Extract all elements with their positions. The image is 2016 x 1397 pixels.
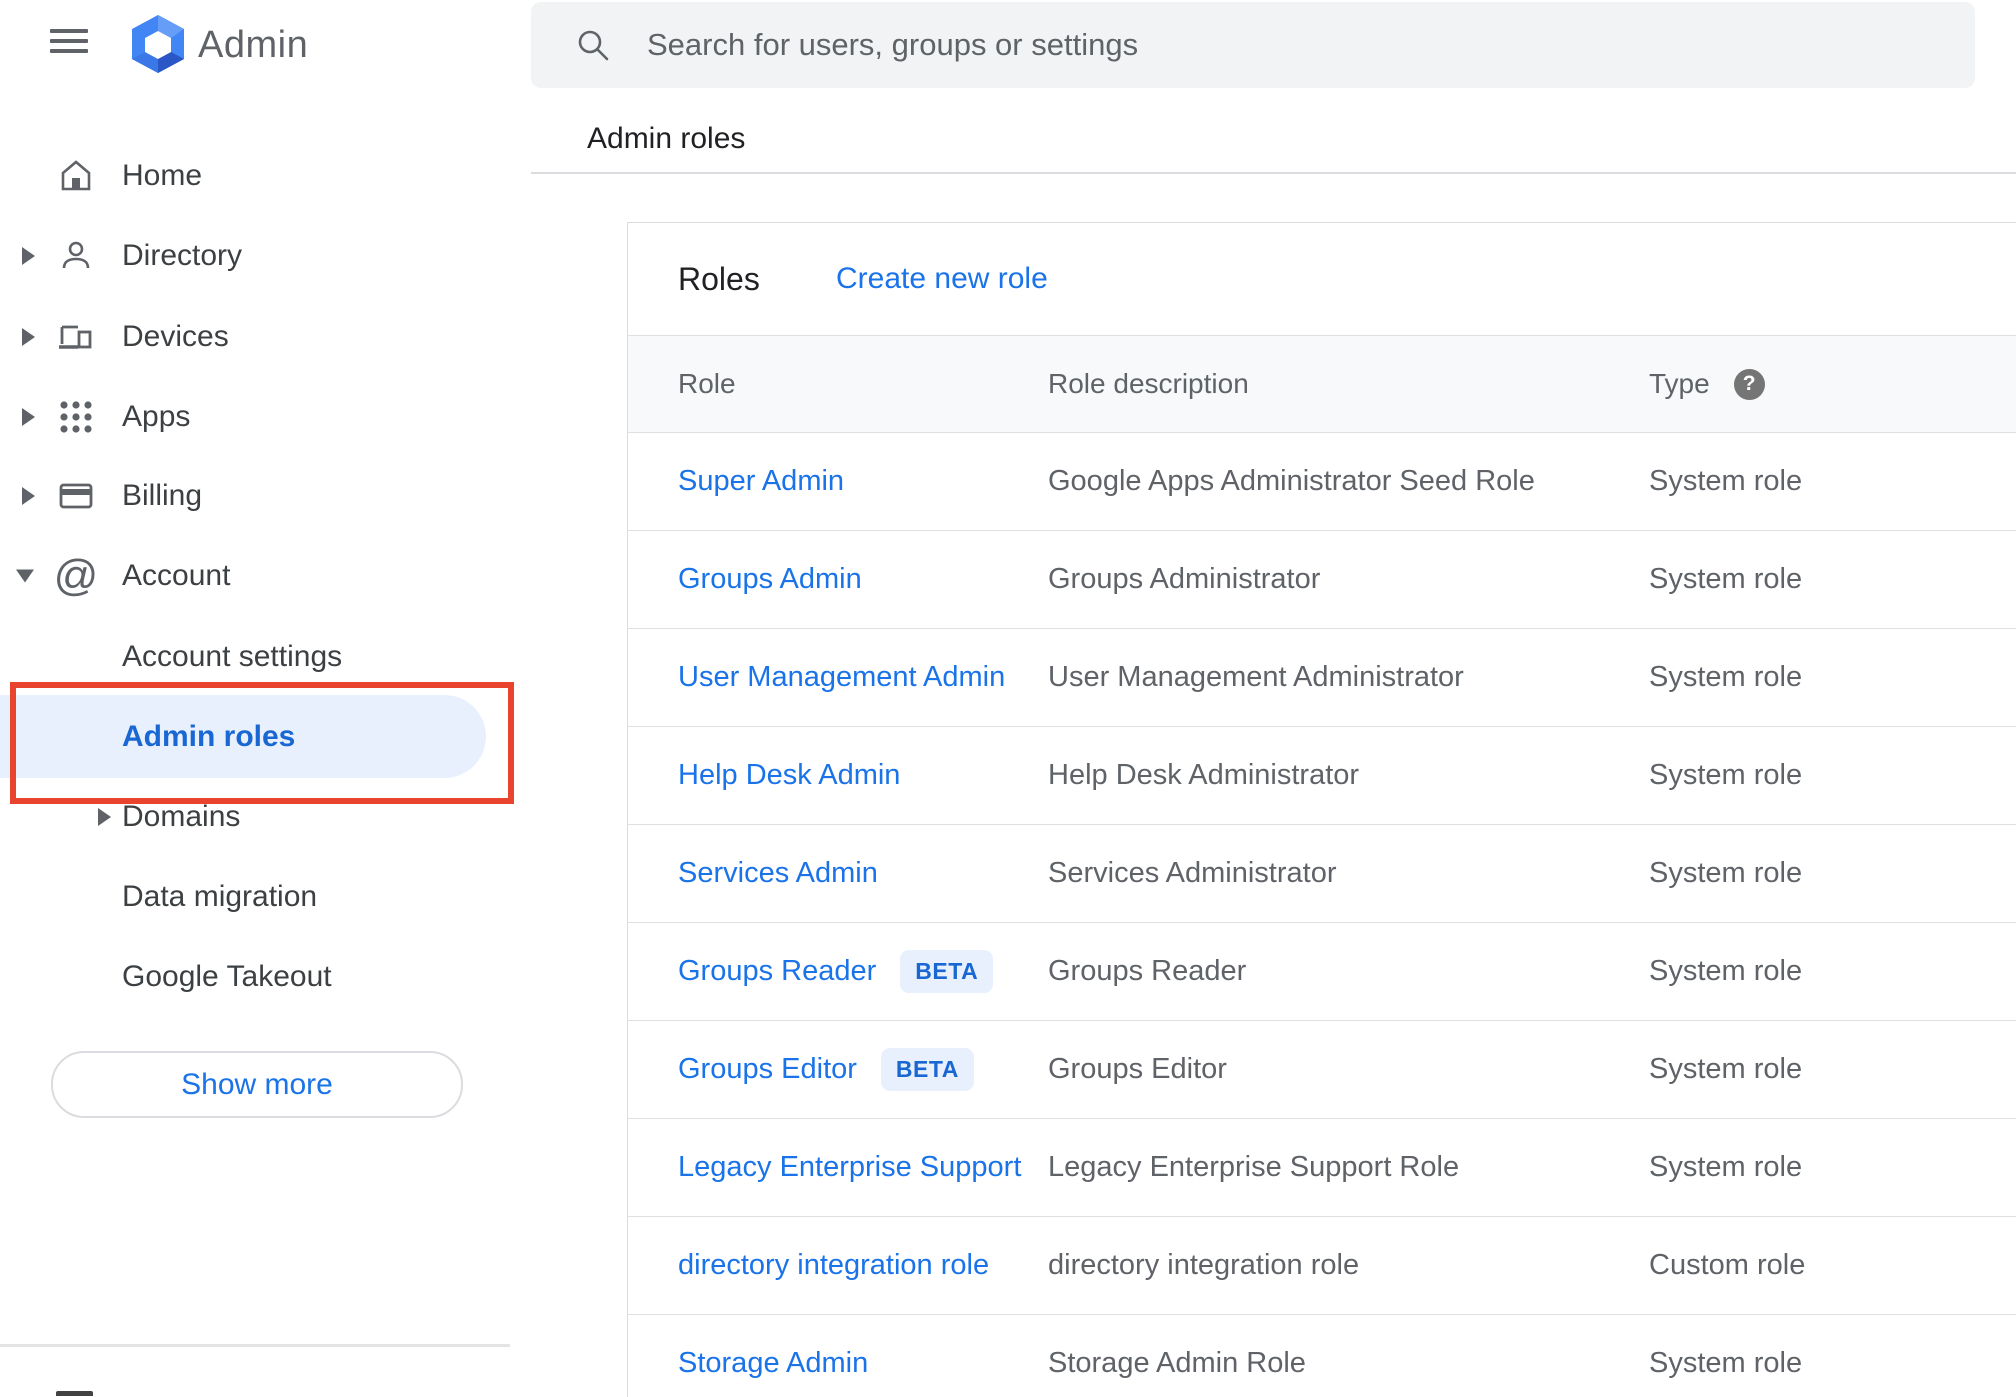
role-description: Groups Reader <box>1048 955 1247 987</box>
sidebar-item-directory[interactable]: Directory <box>0 216 514 296</box>
sidebar-item-label: Apps <box>122 400 191 433</box>
table-row[interactable]: Services Admin Services Administrator Sy… <box>628 825 2016 923</box>
table-header-row: Role Role description Type ? <box>628 335 2016 433</box>
role-description: User Management Administrator <box>1048 661 1464 693</box>
sidebar-item-label: Billing <box>122 479 203 512</box>
home-icon <box>58 158 94 194</box>
admin-hexagon-logo <box>128 15 188 73</box>
header-divider <box>531 172 2016 174</box>
table-row[interactable]: directory integration role directory int… <box>628 1217 2016 1315</box>
role-type: System role <box>1649 1053 1803 1085</box>
sidebar-item-data-migration[interactable]: Data migration <box>0 857 514 937</box>
sidebar-item-label: Data migration <box>122 880 318 913</box>
role-type: System role <box>1649 1347 1803 1379</box>
roles-table: Super Admin Google Apps Administrator Se… <box>628 433 2016 1397</box>
role-link[interactable]: Help Desk Admin <box>678 759 900 792</box>
credit-card-icon <box>58 478 94 514</box>
roles-card: Roles Create new role Role Role descript… <box>627 222 2016 1397</box>
column-header-description: Role description <box>1048 368 1249 399</box>
search-placeholder: Search for users, groups or settings <box>647 27 1139 62</box>
role-description: directory integration role <box>1048 1249 1360 1281</box>
role-type: System role <box>1649 759 1803 791</box>
role-link[interactable]: Storage Admin <box>678 1347 868 1380</box>
chevron-right-icon[interactable] <box>98 808 111 826</box>
role-description: Groups Editor <box>1048 1053 1227 1085</box>
card-title: Roles <box>678 260 760 297</box>
feedback-icon[interactable] <box>56 1391 93 1396</box>
help-icon[interactable]: ? <box>1733 368 1765 400</box>
app-title: Admin <box>198 24 309 66</box>
role-type: System role <box>1649 661 1803 693</box>
role-type: System role <box>1649 857 1803 889</box>
role-type: System role <box>1649 563 1803 595</box>
role-type: Custom role <box>1649 1249 1806 1281</box>
search-icon <box>575 27 611 68</box>
sidebar-item-admin-roles[interactable]: Admin roles <box>122 695 295 778</box>
beta-badge: BETA <box>900 950 994 993</box>
role-link[interactable]: directory integration role <box>678 1249 989 1282</box>
table-row[interactable]: Super Admin Google Apps Administrator Se… <box>628 433 2016 531</box>
role-link[interactable]: Legacy Enterprise Support <box>678 1151 1021 1184</box>
column-header-role: Role <box>678 368 736 399</box>
sidebar-item-billing[interactable]: Billing <box>0 456 514 536</box>
sidebar-item-domains[interactable]: Domains <box>0 777 514 857</box>
chevron-right-icon[interactable] <box>22 328 35 346</box>
sidebar-item-label: Directory <box>122 239 243 272</box>
table-row[interactable]: Help Desk Admin Help Desk Administrator … <box>628 727 2016 825</box>
role-link[interactable]: Services Admin <box>678 857 878 890</box>
table-row[interactable]: Groups Reader BETA Groups Reader System r… <box>628 923 2016 1021</box>
table-row[interactable]: Groups Admin Groups Administrator System… <box>628 531 2016 629</box>
role-type: System role <box>1649 1151 1803 1183</box>
sidebar-item-label: Google Takeout <box>122 960 332 993</box>
chevron-down-icon[interactable] <box>16 569 34 583</box>
role-link[interactable]: Super Admin <box>678 465 844 498</box>
chevron-right-icon[interactable] <box>22 487 35 505</box>
sidebar-item-home[interactable]: Home <box>0 136 514 216</box>
column-header-type: Type ? <box>1649 336 1765 432</box>
role-description: Groups Administrator <box>1048 563 1321 595</box>
sidebar-item-label: Domains <box>122 800 241 833</box>
role-description: Services Administrator <box>1048 857 1337 889</box>
devices-icon <box>58 319 94 355</box>
table-row[interactable]: Groups Editor BETA Groups Editor System r… <box>628 1021 2016 1119</box>
at-sign-icon: @ <box>53 551 99 600</box>
table-row[interactable]: User Management Admin User Management Ad… <box>628 629 2016 727</box>
apps-grid-icon <box>58 399 94 435</box>
show-more-button[interactable]: Show more <box>51 1051 463 1118</box>
sidebar-item-label: Account <box>122 559 231 592</box>
role-type: System role <box>1649 955 1803 987</box>
table-row[interactable]: Legacy Enterprise Support Legacy Enterpr… <box>628 1119 2016 1217</box>
sidebar-item-label: Devices <box>122 320 229 353</box>
table-row[interactable]: Storage Admin Storage Admin Role System … <box>628 1315 2016 1397</box>
sidebar-item-label: Home <box>122 159 203 192</box>
role-link[interactable]: Groups Reader <box>678 955 876 988</box>
role-type: System role <box>1649 465 1803 497</box>
menu-icon[interactable] <box>50 29 88 54</box>
person-icon <box>58 238 94 274</box>
create-new-role-link[interactable]: Create new role <box>836 223 1048 335</box>
sidebar-item-account-settings[interactable]: Account settings <box>0 617 514 697</box>
chevron-right-icon[interactable] <box>22 408 35 426</box>
sidebar-item-devices[interactable]: Devices <box>0 297 514 377</box>
sidebar-bottom-divider <box>0 1344 510 1347</box>
sidebar-item-apps[interactable]: Apps <box>0 377 514 457</box>
role-description: Storage Admin Role <box>1048 1347 1306 1379</box>
role-description: Google Apps Administrator Seed Role <box>1048 465 1535 497</box>
chevron-right-icon[interactable] <box>22 247 35 265</box>
role-link[interactable]: Groups Admin <box>678 563 862 596</box>
role-description: Help Desk Administrator <box>1048 759 1360 791</box>
search-bar[interactable]: Search for users, groups or settings <box>531 2 1975 88</box>
role-description: Legacy Enterprise Support Role <box>1048 1151 1460 1183</box>
sidebar: Admin Home Directory Devices Apps Billin… <box>0 0 514 1396</box>
breadcrumb: Admin roles <box>587 122 746 155</box>
role-link[interactable]: Groups Editor <box>678 1053 857 1086</box>
sidebar-item-google-takeout[interactable]: Google Takeout <box>0 937 514 1017</box>
sidebar-item-account[interactable]: @ Account <box>0 536 514 616</box>
role-link[interactable]: User Management Admin <box>678 661 1005 694</box>
sidebar-item-label: Account settings <box>122 640 343 673</box>
beta-badge: BETA <box>880 1048 974 1091</box>
